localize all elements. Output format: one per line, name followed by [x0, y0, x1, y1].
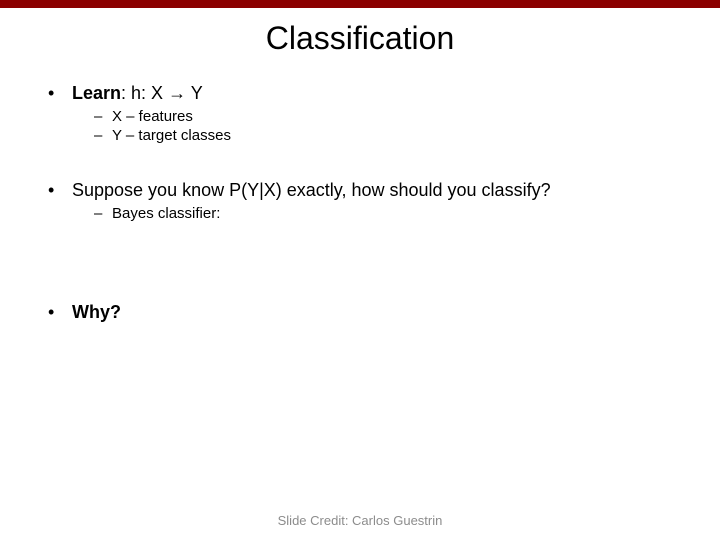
slide-title: Classification [0, 20, 720, 57]
bullet-learn: •Learn: h: X → Y [48, 83, 672, 104]
bullet-suppose: •Suppose you know P(Y|X) exactly, how sh… [48, 180, 672, 201]
bullet-x-features: –X – features [94, 108, 672, 125]
arrow-icon: → [168, 83, 186, 103]
header-accent-bar [0, 0, 720, 8]
learn-rest: : h: X [121, 83, 168, 103]
slide-credit: Slide Credit: Carlos Guestrin [0, 513, 720, 528]
learn-label: Learn [72, 83, 121, 103]
slide-content: •Learn: h: X → Y –X – features –Y – targ… [0, 83, 720, 323]
bullet-y-target: –Y – target classes [94, 127, 672, 144]
learn-target: Y [186, 83, 203, 103]
bullet-bayes: –Bayes classifier: [94, 205, 672, 222]
bullet-why: •Why? [48, 302, 672, 323]
